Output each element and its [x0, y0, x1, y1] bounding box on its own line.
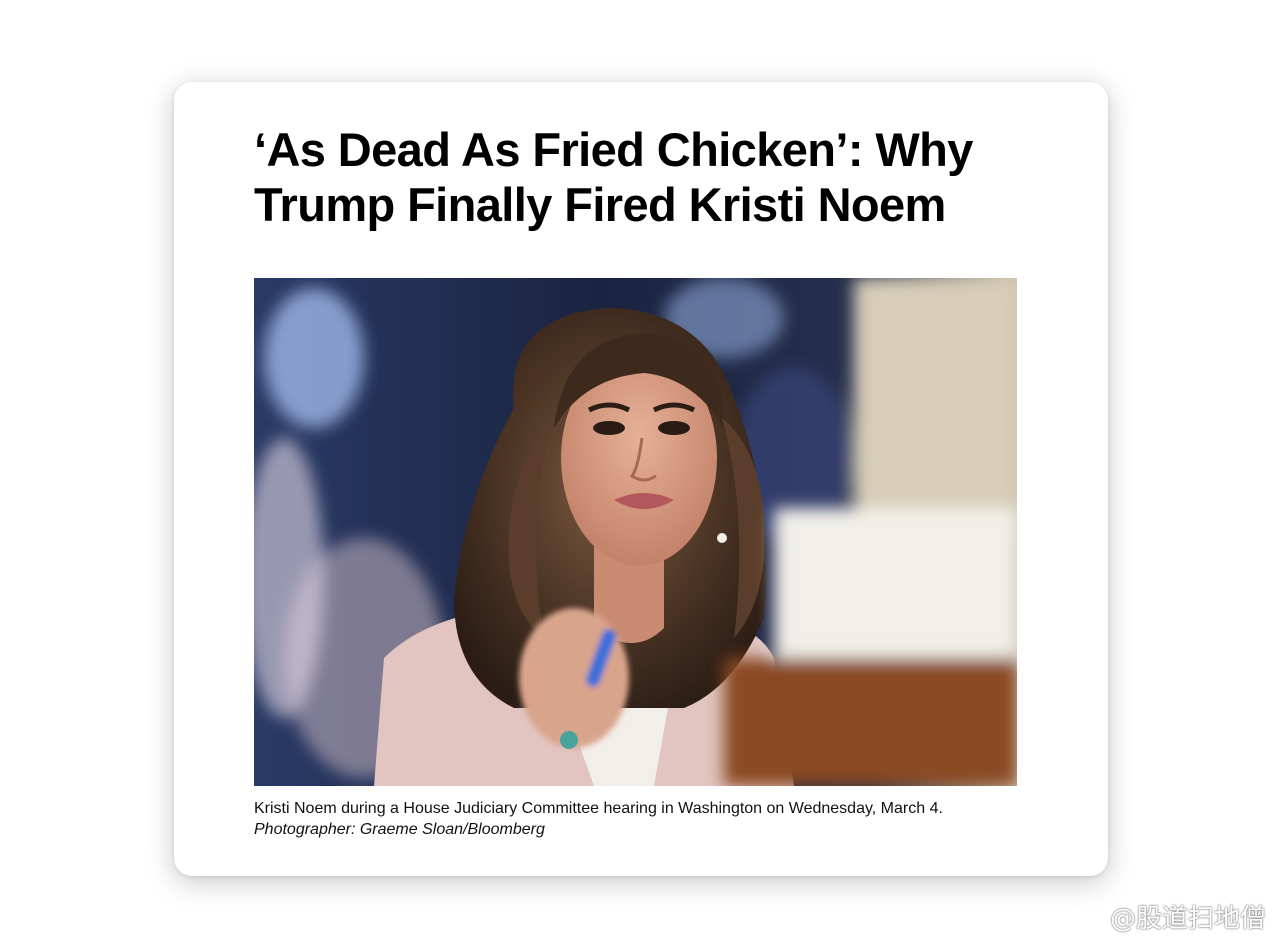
photo-caption: Kristi Noem during a House Judiciary Com…	[254, 798, 1034, 840]
article-photo	[254, 278, 1017, 786]
weibo-watermark: @股道扫地僧	[1064, 896, 1266, 936]
weibo-logo-icon	[1064, 900, 1104, 932]
watermark-handle: @股道扫地僧	[1109, 903, 1266, 934]
article-card: ‘As Dead As Fried Chicken’: Why Trump Fi…	[174, 82, 1108, 876]
article-headline: ‘As Dead As Fried Chicken’: Why Trump Fi…	[254, 123, 973, 231]
person-photo	[254, 278, 1017, 786]
screenshot-stage: ‘As Dead As Fried Chicken’: Why Trump Fi…	[0, 0, 1280, 936]
caption-text: Kristi Noem during a House Judiciary Com…	[254, 800, 943, 817]
caption-credit: Photographer: Graeme Sloan/Bloomberg	[254, 821, 545, 838]
